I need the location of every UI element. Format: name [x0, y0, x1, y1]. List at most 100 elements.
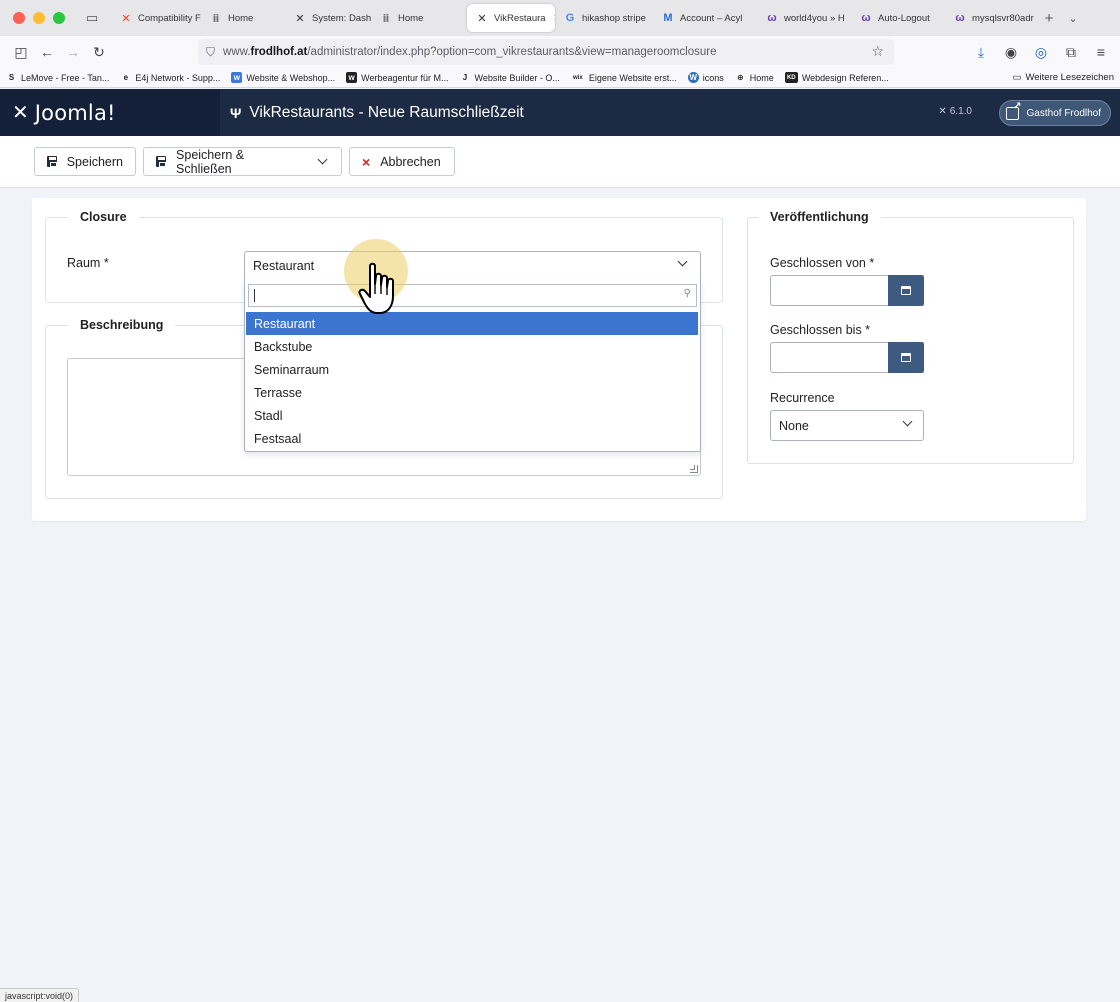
browser-tab[interactable]: G hikashop stripe — [555, 4, 653, 32]
resize-handle-icon[interactable] — [690, 465, 698, 473]
calendar-icon — [901, 353, 911, 362]
mailchimp-icon: M — [663, 12, 673, 24]
url-path: /administrator/index.php?option=com_vikr… — [307, 46, 717, 58]
joomla-icon: ✕ — [121, 12, 131, 25]
browser-tab[interactable]: ω Auto-Logout — [851, 4, 945, 32]
menu-icon[interactable]: ≡ — [1088, 39, 1114, 65]
room-select[interactable]: Restaurant — [244, 251, 701, 281]
joomla-icon: ✕ — [295, 12, 305, 25]
browser-tab-active[interactable]: ✕ VikRestaura × — [467, 4, 555, 32]
globe-icon: ⊕ — [736, 73, 744, 82]
account-icon[interactable]: ◉ — [998, 39, 1024, 65]
closed-from-label: Geschlossen von * — [770, 256, 875, 270]
w4y-icon: ω — [861, 12, 871, 24]
kd-icon: KD — [784, 72, 798, 83]
password-manager-icon[interactable]: ◎ — [1028, 39, 1054, 65]
room-label: Raum * — [67, 256, 109, 270]
browser-tab[interactable]: ω mysqlsvr80adr — [945, 4, 1037, 32]
maximize-window-button[interactable] — [53, 12, 65, 24]
room-search-input[interactable]: ⚲ — [248, 284, 697, 307]
view-site-button[interactable]: Gasthof Frodlhof — [998, 100, 1111, 126]
save-icon — [156, 156, 167, 167]
closed-to-label: Geschlossen bis * — [770, 323, 871, 337]
bookmarks-folder[interactable]: ▭ Weitere Lesezeichen — [1012, 72, 1114, 83]
site-icon: ⅱ — [382, 12, 390, 25]
external-link-icon — [1005, 101, 1022, 120]
description-legend: Beschreibung — [68, 318, 176, 332]
browser-tab[interactable]: M Account – Acyl — [653, 4, 757, 32]
werbeagentur-icon: w — [346, 72, 358, 83]
room-option[interactable]: Seminarraum — [246, 358, 698, 381]
google-icon: G — [565, 12, 575, 24]
bookmark-item[interactable]: KD Webdesign Referen... — [784, 72, 889, 83]
closure-legend: Closure — [68, 210, 139, 224]
browser-nav-bar: ◰ ← → ↻ ⛉ www. frodlhof.at/administrator/… — [0, 36, 1120, 68]
joomla-logo-text: Joomla! — [34, 100, 116, 125]
browser-tab[interactable]: ✕ Compatibility F — [111, 4, 201, 32]
joomla-logo[interactable]: ✕ Joomla! — [0, 89, 220, 136]
bookmark-item[interactable]: J Website Builder - O... — [460, 72, 560, 83]
w4y-icon: ω — [767, 12, 777, 24]
shield-icon: ⛉ — [206, 44, 216, 59]
save-button[interactable]: Speichern — [34, 147, 136, 176]
chevron-down-icon — [902, 416, 913, 427]
reload-icon[interactable]: ↻ — [86, 39, 112, 65]
room-option[interactable]: Terrasse — [246, 381, 698, 404]
site-icon: ⅱ — [212, 12, 220, 25]
save-icon — [47, 156, 57, 167]
room-option[interactable]: Festsaal — [246, 427, 698, 450]
sidebar-toggle-icon[interactable]: ◰ — [8, 39, 34, 65]
w4y-icon: ω — [955, 12, 965, 24]
room-dropdown: ⚲ Restaurant Backstube Seminarraum Terra… — [244, 280, 701, 452]
minimize-window-button[interactable] — [33, 12, 45, 24]
toolbar-icons: ⤓ ◉ ◎ ⧉ ≡ — [968, 39, 1114, 65]
closed-to-calendar-button[interactable] — [888, 342, 924, 373]
bookmark-item[interactable]: ⊕ Home — [735, 72, 774, 83]
room-option[interactable]: Restaurant — [246, 312, 698, 335]
bookmark-item[interactable]: e E4j Network - Supp... — [120, 72, 221, 83]
status-bar: javascript:void(0) — [0, 988, 80, 1002]
bookmark-item[interactable]: w Website & Webshop... — [231, 72, 335, 83]
tab-overflow-chevron-icon[interactable]: ⌄ — [1061, 12, 1085, 25]
hand-cursor-icon — [358, 262, 394, 314]
tab-list-icon[interactable]: ▭ — [79, 7, 105, 29]
cutlery-icon: Ψ — [230, 104, 242, 121]
url-prefix: www. — [223, 46, 251, 58]
chevron-down-icon — [677, 256, 688, 267]
bookmark-item[interactable]: S LeMove - Free - Tan... — [6, 72, 110, 83]
bookmark-item[interactable]: Wicons — [687, 72, 724, 83]
bookmark-item[interactable]: wix Eigene Website erst... — [571, 72, 677, 83]
room-option[interactable]: Backstube — [246, 335, 698, 358]
bookmarks-bar: S LeMove - Free - Tan... e E4j Network - S… — [0, 68, 1120, 88]
joomla-icon: ✕ — [477, 12, 487, 25]
forward-arrow-icon[interactable]: → — [60, 39, 86, 65]
bookmark-item[interactable]: w Werbeagentur für M... — [346, 72, 449, 83]
cancel-button[interactable]: × Abbrechen — [349, 147, 455, 176]
room-option[interactable]: Stadl — [246, 404, 698, 427]
browser-tab[interactable]: ⅱ Home — [201, 4, 285, 32]
folder-icon: ▭ — [1012, 72, 1022, 83]
back-arrow-icon[interactable]: ← — [34, 39, 60, 65]
browser-tab[interactable]: ⅱ Home — [371, 4, 467, 32]
url-bar[interactable]: ⛉ www. frodlhof.at/administrator/index.ph… — [198, 39, 894, 65]
close-icon: × — [362, 153, 371, 170]
new-tab-icon[interactable]: + — [1037, 10, 1061, 27]
joomla-header: ✕ Joomla! Ψ VikRestaurants - Neue Raumsc… — [0, 89, 1120, 136]
extensions-icon[interactable]: ⧉ — [1058, 39, 1084, 65]
joomla-small-icon: ✕ — [938, 106, 947, 117]
closed-from-calendar-button[interactable] — [888, 275, 924, 306]
download-icon[interactable]: ⤓ — [968, 39, 994, 65]
save-close-button[interactable]: Speichern & Schließen — [143, 147, 305, 176]
bookmark-star-icon[interactable]: ☆ — [871, 43, 884, 60]
lemove-icon: S — [8, 73, 15, 82]
save-options-dropdown[interactable] — [304, 147, 342, 176]
e4j-icon: e — [123, 73, 129, 82]
close-window-button[interactable] — [13, 12, 25, 24]
webshop-icon: w — [231, 72, 243, 83]
browser-tab[interactable]: ω world4you » H — [757, 4, 851, 32]
recurrence-label: Recurrence — [770, 391, 835, 405]
recurrence-select[interactable]: None — [770, 410, 924, 441]
browser-tab[interactable]: ✕ System: Dashb — [285, 4, 371, 32]
calendar-icon — [901, 286, 911, 295]
window-controls — [13, 12, 65, 24]
